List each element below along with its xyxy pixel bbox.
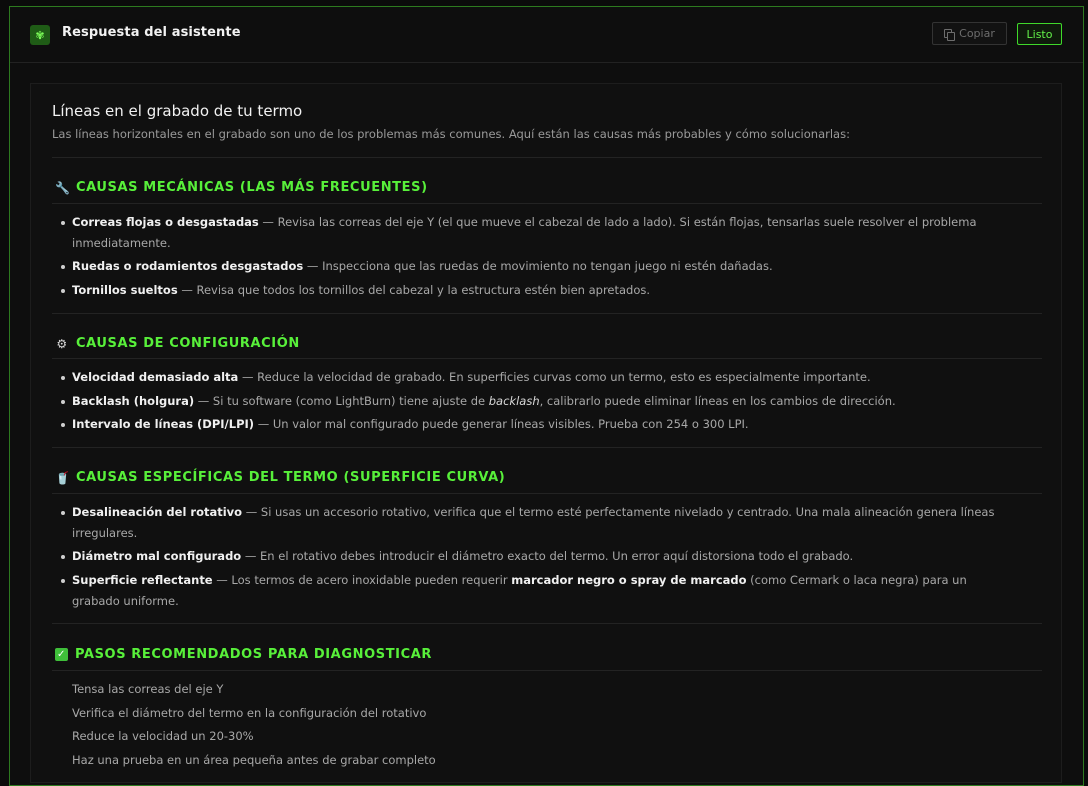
step-item: Reduce la velocidad un 20-30% xyxy=(72,729,254,743)
done-button[interactable]: Listo xyxy=(1017,23,1062,45)
step-item: Haz una prueba en un área pequeña antes … xyxy=(72,753,436,767)
list-item: Velocidad demasiado alta — Reduce la vel… xyxy=(61,367,1007,388)
divider xyxy=(52,623,1042,624)
list-item: Ruedas o rodamientos desgastados — Inspe… xyxy=(61,256,1007,277)
list-item: Diámetro mal configurado — En el rotativ… xyxy=(61,546,1007,567)
check-icon: ✓ xyxy=(55,648,68,661)
divider xyxy=(52,313,1042,314)
section-title-steps: ✓ PASOS RECOMENDADOS PARA DIAGNOSTICAR xyxy=(55,647,433,662)
window-title: Respuesta del asistente xyxy=(62,25,241,40)
list-item: Tornillos sueltos — Revisa que todos los… xyxy=(61,280,1007,301)
section-title-mechanical: 🔧 CAUSAS MECÁNICAS (LAS MÁS FRECUENTES) xyxy=(55,180,428,195)
window-header: ✾ Respuesta del asistente Copiar Listo xyxy=(10,7,1083,63)
divider xyxy=(52,493,1042,494)
step-item: Verifica el diámetro del termo en la con… xyxy=(72,706,427,720)
list-item: Intervalo de líneas (DPI/LPI) — Un valor… xyxy=(61,414,1007,435)
divider xyxy=(52,447,1042,448)
divider xyxy=(52,670,1042,671)
cup-icon: 🥤 xyxy=(55,470,71,485)
copy-button-label: Copiar xyxy=(959,27,995,40)
article-title: Líneas en el grabado de tu termo xyxy=(52,102,303,120)
list-item: Correas flojas o desgastadas — Revisa la… xyxy=(61,212,1007,254)
step-item: Tensa las correas del eje Y xyxy=(72,682,224,696)
copy-button[interactable]: Copiar xyxy=(932,22,1007,45)
divider xyxy=(52,358,1042,359)
section-title-configuration: ⚙ CAUSAS DE CONFIGURACIÓN xyxy=(56,336,300,351)
list-item: Backlash (holgura) — Si tu software (com… xyxy=(61,391,1007,412)
wrench-icon: 🔧 xyxy=(55,180,71,195)
response-card: Líneas en el grabado de tu termo Las lín… xyxy=(30,83,1062,783)
assistant-logo-icon: ✾ xyxy=(30,25,50,45)
list-item: Desalineación del rotativo — Si usas un … xyxy=(61,502,1007,544)
section-title-thermos: 🥤 CAUSAS ESPECÍFICAS DEL TERMO (SUPERFIC… xyxy=(55,470,506,485)
divider xyxy=(52,203,1042,204)
divider xyxy=(52,157,1042,158)
article-intro: Las líneas horizontales en el grabado so… xyxy=(52,127,850,141)
assistant-response-window: ✾ Respuesta del asistente Copiar Listo L… xyxy=(9,6,1084,786)
gear-icon: ⚙ xyxy=(56,336,68,351)
list-item: Superficie reflectante — Los termos de a… xyxy=(61,570,1007,612)
copy-icon xyxy=(944,28,956,41)
